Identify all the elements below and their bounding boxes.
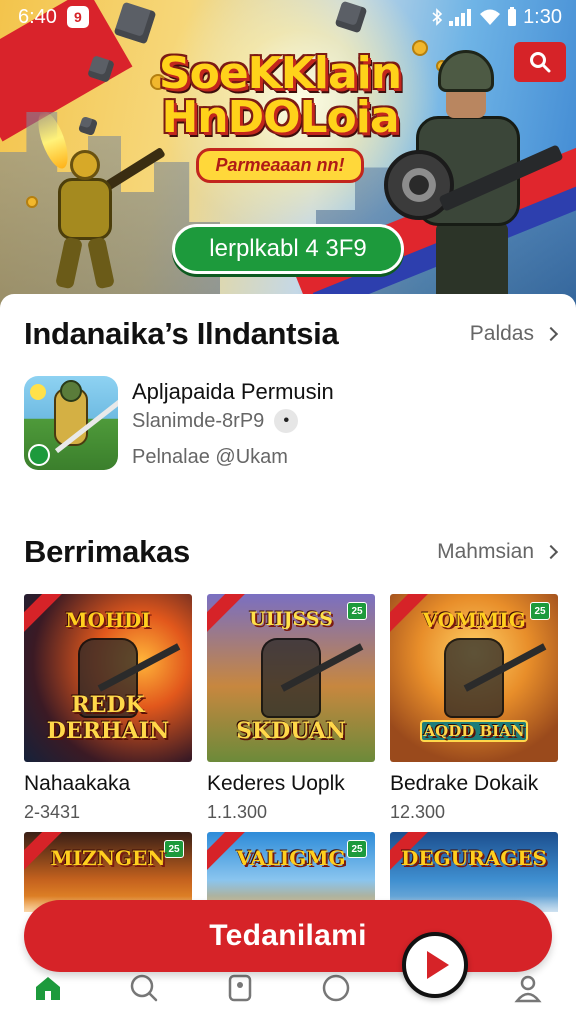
game-meta: 12.300	[390, 802, 446, 822]
info-icon[interactable]: •	[274, 409, 299, 433]
featured-header: Indanaika’s Ilndantsia Paldas	[24, 316, 559, 352]
game-thumbnail: 25 VOMMIG AQDD BIAN	[390, 594, 558, 762]
app-developer: Pelnalae @Ukam	[132, 446, 288, 468]
game-thumbnail: MOHDI REDK DERHAIN	[24, 594, 192, 762]
bluetooth-icon	[432, 8, 443, 26]
thumbnail-title: MOHDI	[65, 608, 151, 632]
game-name: Nahaakaka	[24, 772, 131, 795]
app-subtitle: Slanimde-8rP9	[132, 410, 265, 432]
hero-cta-button[interactable]: lerplkabl 4 3F9	[172, 224, 404, 274]
play-button[interactable]	[402, 932, 468, 998]
wifi-icon	[480, 9, 501, 25]
status-clock: 1:30	[523, 5, 562, 28]
see-more-link[interactable]: Mahmsian	[437, 540, 559, 564]
chevron-right-icon	[543, 544, 559, 560]
search-icon	[530, 52, 551, 73]
featured-app-row[interactable]: Apljapaida Permusin Slanimde-8rP9 • Peln…	[24, 376, 334, 474]
search-button[interactable]	[514, 42, 566, 82]
circle-icon	[322, 974, 350, 1002]
game-tagline: Parmeaaan nn!	[196, 148, 364, 183]
game-meta: 1.1.300	[207, 802, 268, 822]
section-title: Indanaika’s Ilndantsia	[24, 316, 339, 351]
see-more-label: Mahmsian	[437, 540, 534, 563]
game-title-line1: SoeKKlain	[158, 48, 402, 99]
home-icon	[36, 977, 60, 1000]
coin-icon	[26, 196, 38, 208]
thumbnail-title: VOMMIG	[422, 608, 526, 632]
thumbnail-title: DEGURAGES	[400, 846, 547, 870]
thumbnail-subtitle: REDK DERHAIN	[46, 692, 170, 744]
nav-home[interactable]	[18, 968, 78, 1008]
game-grid: MOHDI REDK DERHAIN Nahaakaka 2-3431 25 U…	[24, 594, 558, 822]
game-thumbnail: 25 UIIJSSS SKDUAN	[207, 594, 375, 762]
game-logo: SoeKKlain HnDOLoia Parmeaaan nn!	[140, 52, 420, 183]
game-title-line2: HnDOLoia	[161, 92, 399, 143]
recommended-header: Berrimakas Mahmsian	[24, 534, 559, 570]
thumbnail-title: UIIJSSS	[249, 608, 333, 630]
debris-cube	[77, 115, 99, 137]
game-name: Kederes Uoplk	[207, 772, 345, 795]
tag-icon	[228, 974, 252, 1002]
battery-icon	[508, 7, 517, 26]
notification-icon: 9	[66, 6, 89, 28]
thumbnail-title: MIZNGEN	[50, 846, 166, 870]
nav-activity[interactable]	[306, 968, 366, 1008]
game-tile[interactable]: 25 VOMMIG AQDD BIAN Bedrake Dokaik 12.30…	[390, 594, 558, 822]
see-more-label: Paldas	[469, 322, 534, 345]
nav-tags[interactable]	[210, 968, 270, 1008]
thumbnail-subtitle: SKDUAN	[236, 718, 346, 744]
game-meta: 2-3431	[24, 802, 81, 822]
magnifier-icon	[130, 974, 158, 1002]
game-tile[interactable]: MOHDI REDK DERHAIN Nahaakaka 2-3431	[24, 594, 192, 822]
app-subtitle-row: Slanimde-8rP9 •	[132, 406, 334, 436]
game-tile[interactable]: 25 UIIJSSS SKDUAN Kederes Uoplk 1.1.300	[207, 594, 375, 822]
chevron-right-icon	[543, 326, 559, 342]
hero-character-left	[32, 108, 166, 290]
play-icon	[427, 951, 449, 979]
person-icon	[514, 975, 542, 1003]
status-time: 6:40	[18, 5, 57, 28]
see-more-link[interactable]: Paldas	[469, 322, 559, 346]
thumbnail-subtitle: AQDD BIAN	[420, 720, 528, 742]
install-button[interactable]: Tedanilami	[24, 900, 552, 972]
section-title: Berrimakas	[24, 534, 190, 569]
app-icon	[24, 376, 118, 470]
signal-icon	[449, 8, 473, 26]
hero-banner[interactable]: SoeKKlain HnDOLoia Parmeaaan nn! lerplka…	[0, 0, 576, 312]
nav-profile[interactable]	[498, 968, 558, 1008]
thumbnail-title: VALIGMG	[236, 846, 346, 870]
status-bar: 6:40 9 1:30	[0, 0, 576, 34]
game-name: Bedrake Dokaik	[390, 772, 539, 795]
app-name: Apljapaida Permusin	[132, 379, 334, 404]
nav-search[interactable]	[114, 968, 174, 1008]
